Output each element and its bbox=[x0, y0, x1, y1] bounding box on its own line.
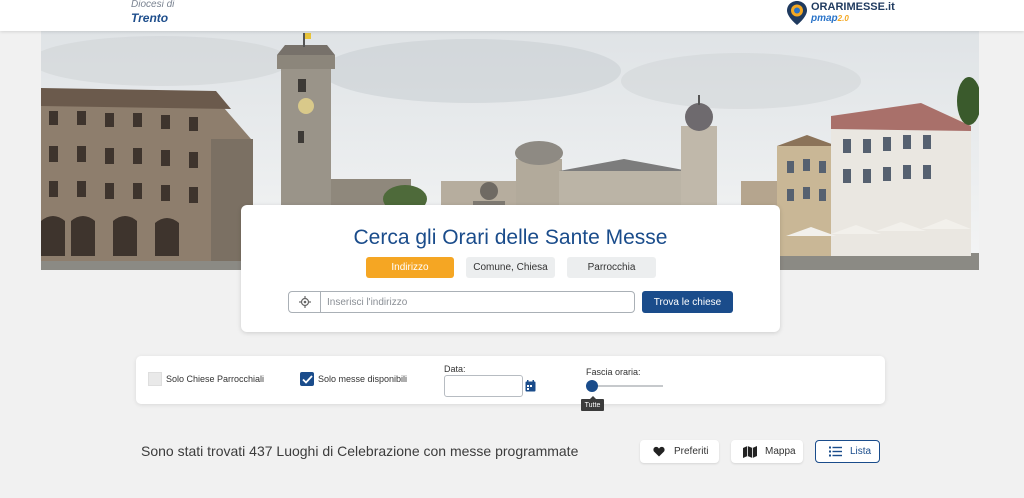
search-title: Cerca gli Orari delle Sante Messe bbox=[353, 226, 668, 249]
location-pin-icon bbox=[787, 1, 807, 25]
list-view-button[interactable]: Lista bbox=[815, 440, 880, 463]
find-churches-button[interactable]: Trova le chiese bbox=[642, 291, 733, 313]
search-card: Cerca gli Orari delle Sante Messe Indiri… bbox=[241, 205, 780, 332]
tab-address[interactable]: Indirizzo bbox=[366, 257, 454, 278]
list-icon bbox=[828, 446, 842, 457]
heart-icon bbox=[653, 446, 665, 457]
address-field bbox=[288, 291, 635, 313]
available-only-label[interactable]: Solo messe disponibili bbox=[318, 374, 407, 384]
parish-only-label[interactable]: Solo Chiese Parrocchiali bbox=[166, 374, 264, 384]
diocese-name: Trento bbox=[131, 11, 169, 25]
time-slot-slider-track[interactable] bbox=[590, 385, 663, 387]
brand-name: ORARIMESSE.it bbox=[811, 1, 895, 13]
tab-municipality-church[interactable]: Comune, Chiesa bbox=[466, 257, 555, 278]
time-slot-label: Fascia oraria: bbox=[586, 367, 641, 377]
brand-logo[interactable]: ORARIMESSE.it pmap2.0 bbox=[786, 0, 895, 26]
checkmark-icon bbox=[301, 374, 313, 384]
calendar-icon[interactable] bbox=[525, 380, 536, 392]
top-header: Diocesi di Trento ORARIMESSE.it pmap2.0 bbox=[0, 0, 1024, 31]
diocese-logo[interactable]: Diocesi di Trento bbox=[131, 0, 174, 24]
date-input[interactable] bbox=[444, 375, 523, 397]
map-label: Mappa bbox=[765, 446, 796, 457]
parish-only-checkbox[interactable] bbox=[148, 372, 162, 386]
date-label: Data: bbox=[444, 364, 466, 374]
time-slot-slider-handle[interactable] bbox=[586, 380, 598, 392]
diocese-prefix: Diocesi di bbox=[131, 0, 175, 10]
address-input[interactable] bbox=[321, 292, 634, 312]
geolocate-button[interactable] bbox=[289, 292, 321, 312]
filters-panel: Solo Chiese Parrocchiali Solo messe disp… bbox=[136, 356, 885, 404]
map-icon bbox=[743, 445, 757, 458]
results-summary: Sono stati trovati 437 Luoghi di Celebra… bbox=[141, 443, 579, 459]
favorites-button[interactable]: Preferiti bbox=[640, 440, 719, 463]
brand-product: pmap bbox=[811, 13, 838, 24]
crosshair-icon bbox=[298, 296, 311, 308]
list-label: Lista bbox=[850, 446, 872, 457]
tab-parish[interactable]: Parrocchia bbox=[567, 257, 656, 278]
time-slot-tooltip: Tutte bbox=[581, 396, 604, 411]
favorites-label: Preferiti bbox=[674, 446, 709, 457]
brand-version: 2.0 bbox=[837, 14, 849, 23]
map-view-button[interactable]: Mappa bbox=[731, 440, 803, 463]
available-only-checkbox[interactable] bbox=[300, 372, 314, 386]
